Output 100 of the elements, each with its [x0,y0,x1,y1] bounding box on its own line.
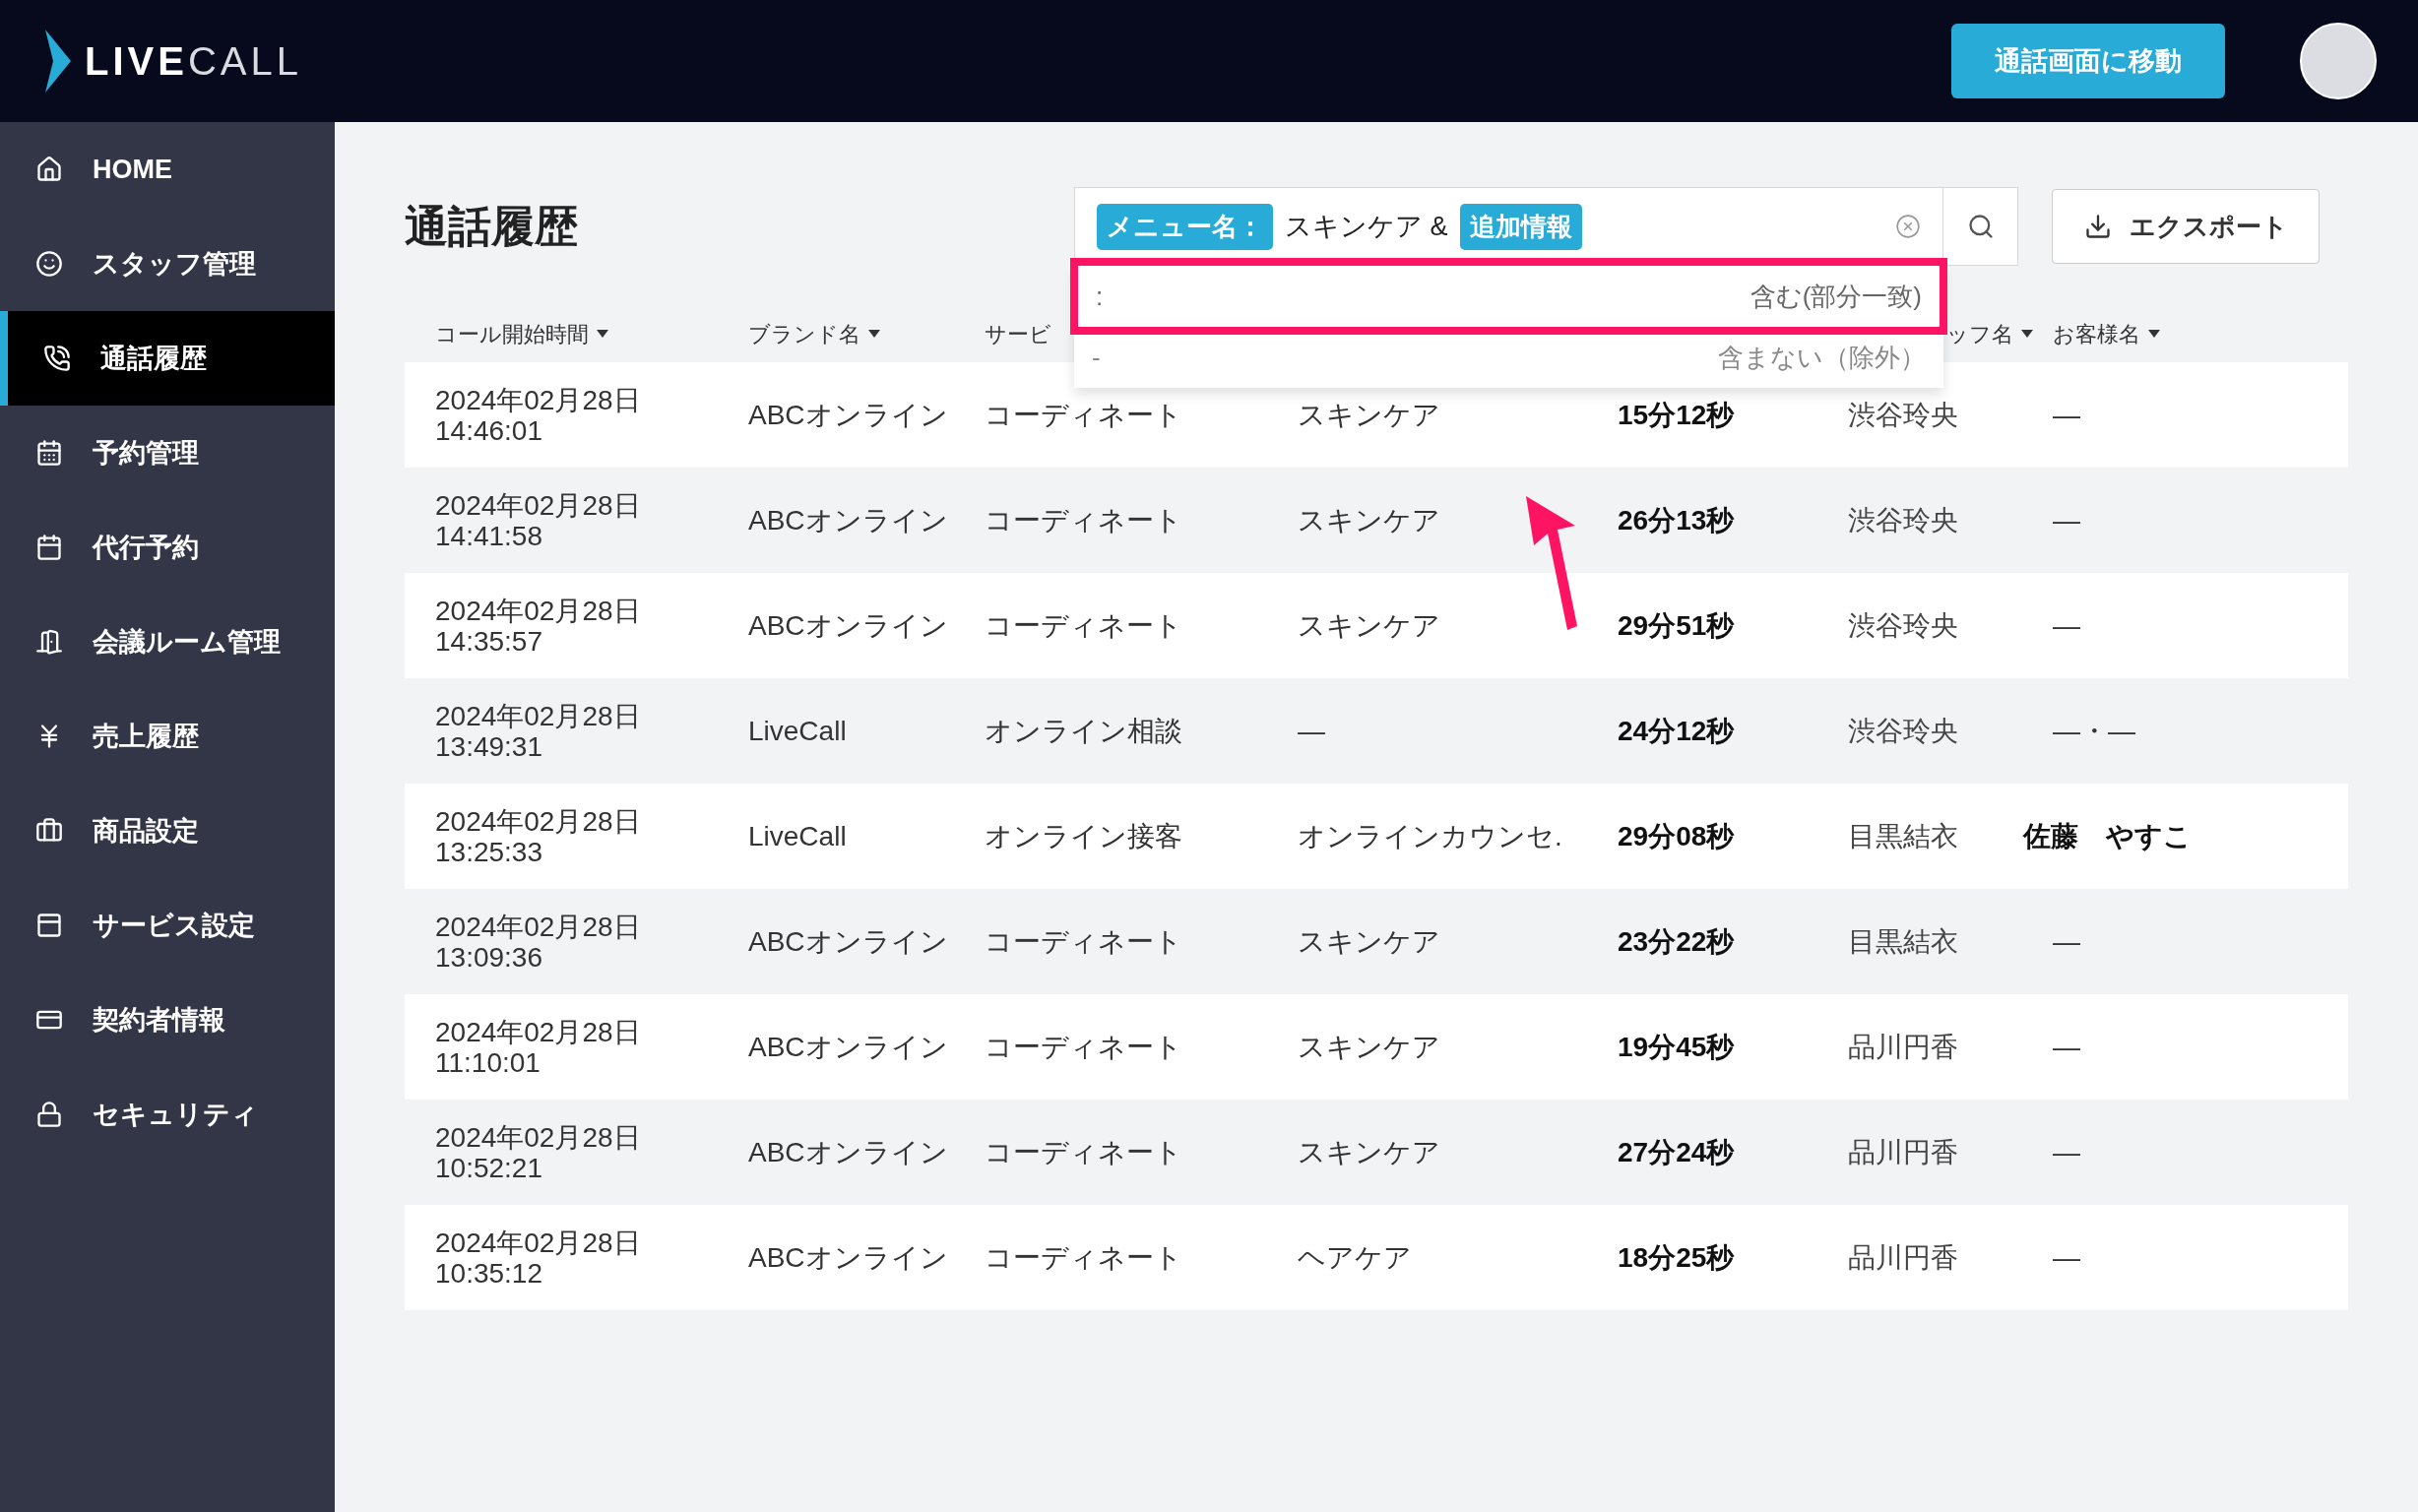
brand-cell: LiveCall [748,715,847,746]
option-key: : [1096,277,1104,316]
call-date: 2024年02月28日 [435,595,642,626]
call-time: 14:41:58 [435,520,543,551]
staff-cell: 渋谷玲央 [1848,504,1958,536]
column-header[interactable]: サービ [985,317,1051,350]
customer-cell: — [2053,504,2080,536]
service-cell: コーディネート [985,925,1182,957]
duration-cell: 19分45秒 [1618,1031,1735,1062]
staff-cell: 目黒結衣 [1848,820,1958,851]
menu-cell: — [1298,715,1325,746]
brand-cell: ABCオンライン [748,609,948,641]
staff-cell: 目黒結衣 [1848,925,1958,957]
call-date: 2024年02月28日 [435,1016,642,1047]
dropdown-option[interactable]: - 含まない（除外） [1074,327,1943,388]
service-cell: オンライン相談 [985,715,1182,746]
sidebar-item[interactable]: HOME [0,122,335,217]
service-cell: オンライン接客 [985,820,1182,851]
brand-cell: ABCオンライン [748,504,948,536]
duration-cell: 23分22秒 [1618,925,1735,957]
call-date: 2024年02月28日 [435,805,642,837]
sidebar-item[interactable]: 通話履歴 [0,311,335,406]
call-date: 2024年02月28日 [435,384,642,415]
column-header[interactable]: ッフ名 [1946,317,2013,350]
logo-text: LIVECALL [85,38,302,85]
menu-cell: スキンケア [1298,504,1440,536]
nav-icon [35,628,63,656]
call-time: 10:52:21 [435,1152,543,1183]
staff-cell: 品川円香 [1848,1136,1958,1167]
sidebar-item[interactable]: 売上履歴 [0,689,335,784]
sidebar-item[interactable]: 商品設定 [0,784,335,878]
brand-cell: ABCオンライン [748,1136,948,1167]
export-button[interactable]: エクスポート [2052,189,2320,264]
service-cell: コーディネート [985,609,1182,641]
menu-cell: ヘアケア [1298,1241,1412,1273]
nav-icon [35,250,63,278]
customer-cell: — [2053,1031,2080,1062]
nav-icon [35,534,63,561]
service-cell: コーディネート [985,504,1182,536]
nav-icon [35,439,63,467]
duration-cell: 24分12秒 [1618,715,1735,746]
customer-cell: — [2053,925,2080,957]
page-title: 通話履歴 [405,201,579,252]
duration-cell: 18分25秒 [1618,1241,1735,1273]
sidebar-item[interactable]: スタッフ管理 [0,217,335,311]
menu-cell: スキンケア [1298,1031,1440,1062]
service-cell: コーディネート [985,1031,1182,1062]
nav-icon [35,1101,63,1128]
search-text: スキンケア & [1285,210,1448,243]
nav-icon [35,156,63,183]
download-icon [2083,213,2112,240]
search-button[interactable] [1943,187,2018,266]
option-label: 含む(部分一致) [1750,280,1922,313]
brand-cell: ABCオンライン [748,925,948,957]
duration-cell: 27分24秒 [1618,1136,1735,1167]
sort-caret-icon[interactable] [2148,330,2160,338]
call-date: 2024年02月28日 [435,911,642,942]
sidebar-item[interactable]: 代行予約 [0,500,335,595]
service-cell: コーディネート [985,399,1182,430]
nav-icon [35,817,63,845]
clear-icon[interactable] [1895,214,1921,239]
call-date: 2024年02月28日 [435,700,642,731]
sort-caret-icon[interactable] [868,330,880,338]
menu-cell: スキンケア [1298,925,1440,957]
sidebar-item[interactable]: 予約管理 [0,406,335,500]
filter-chip: メニュー名： [1097,203,1273,250]
call-time: 10:35:12 [435,1257,543,1289]
nav-icon [43,345,71,372]
brand-cell: LiveCall [748,820,847,851]
sidebar-item[interactable]: セキュリティ [0,1067,335,1162]
brand-cell: ABCオンライン [748,1031,948,1062]
call-time: 11:10:01 [435,1046,541,1078]
brand-cell: ABCオンライン [748,1241,948,1273]
call-time: 13:25:33 [435,836,543,867]
call-time: 13:09:36 [435,941,543,973]
staff-cell: 渋谷玲央 [1848,715,1958,746]
column-header[interactable]: コール開始時間 [435,317,589,350]
sidebar-item[interactable]: 会議ルーム管理 [0,595,335,689]
customer-cell: — [2053,609,2080,641]
search-icon [1966,213,1995,240]
brand-cell: ABCオンライン [748,399,948,430]
staff-cell: 渋谷玲央 [1848,399,1958,430]
sidebar-item[interactable]: 契約者情報 [0,973,335,1067]
customer-cell: — [2053,1241,2080,1273]
duration-cell: 26分13秒 [1618,504,1735,536]
sort-caret-icon[interactable] [597,330,608,338]
customer-cell: — [2053,1136,2080,1167]
call-date: 2024年02月28日 [435,1121,642,1153]
call-time: 14:35:57 [435,625,543,657]
column-header[interactable]: お客様名 [2053,317,2140,350]
filter-chip: 追加情報 [1459,203,1582,250]
duration-cell: 15分12秒 [1618,399,1735,430]
sidebar-item[interactable]: サービス設定 [0,878,335,973]
call-date: 2024年02月28日 [435,1227,642,1258]
option-label: 含まない（除外） [1718,341,1926,374]
column-header[interactable]: ブランド名 [748,317,860,350]
sort-caret-icon[interactable] [2021,330,2033,338]
staff-cell: 品川円香 [1848,1031,1958,1062]
dropdown-option[interactable]: : 含む(部分一致) [1078,266,1940,327]
staff-cell: 渋谷玲央 [1848,609,1958,641]
